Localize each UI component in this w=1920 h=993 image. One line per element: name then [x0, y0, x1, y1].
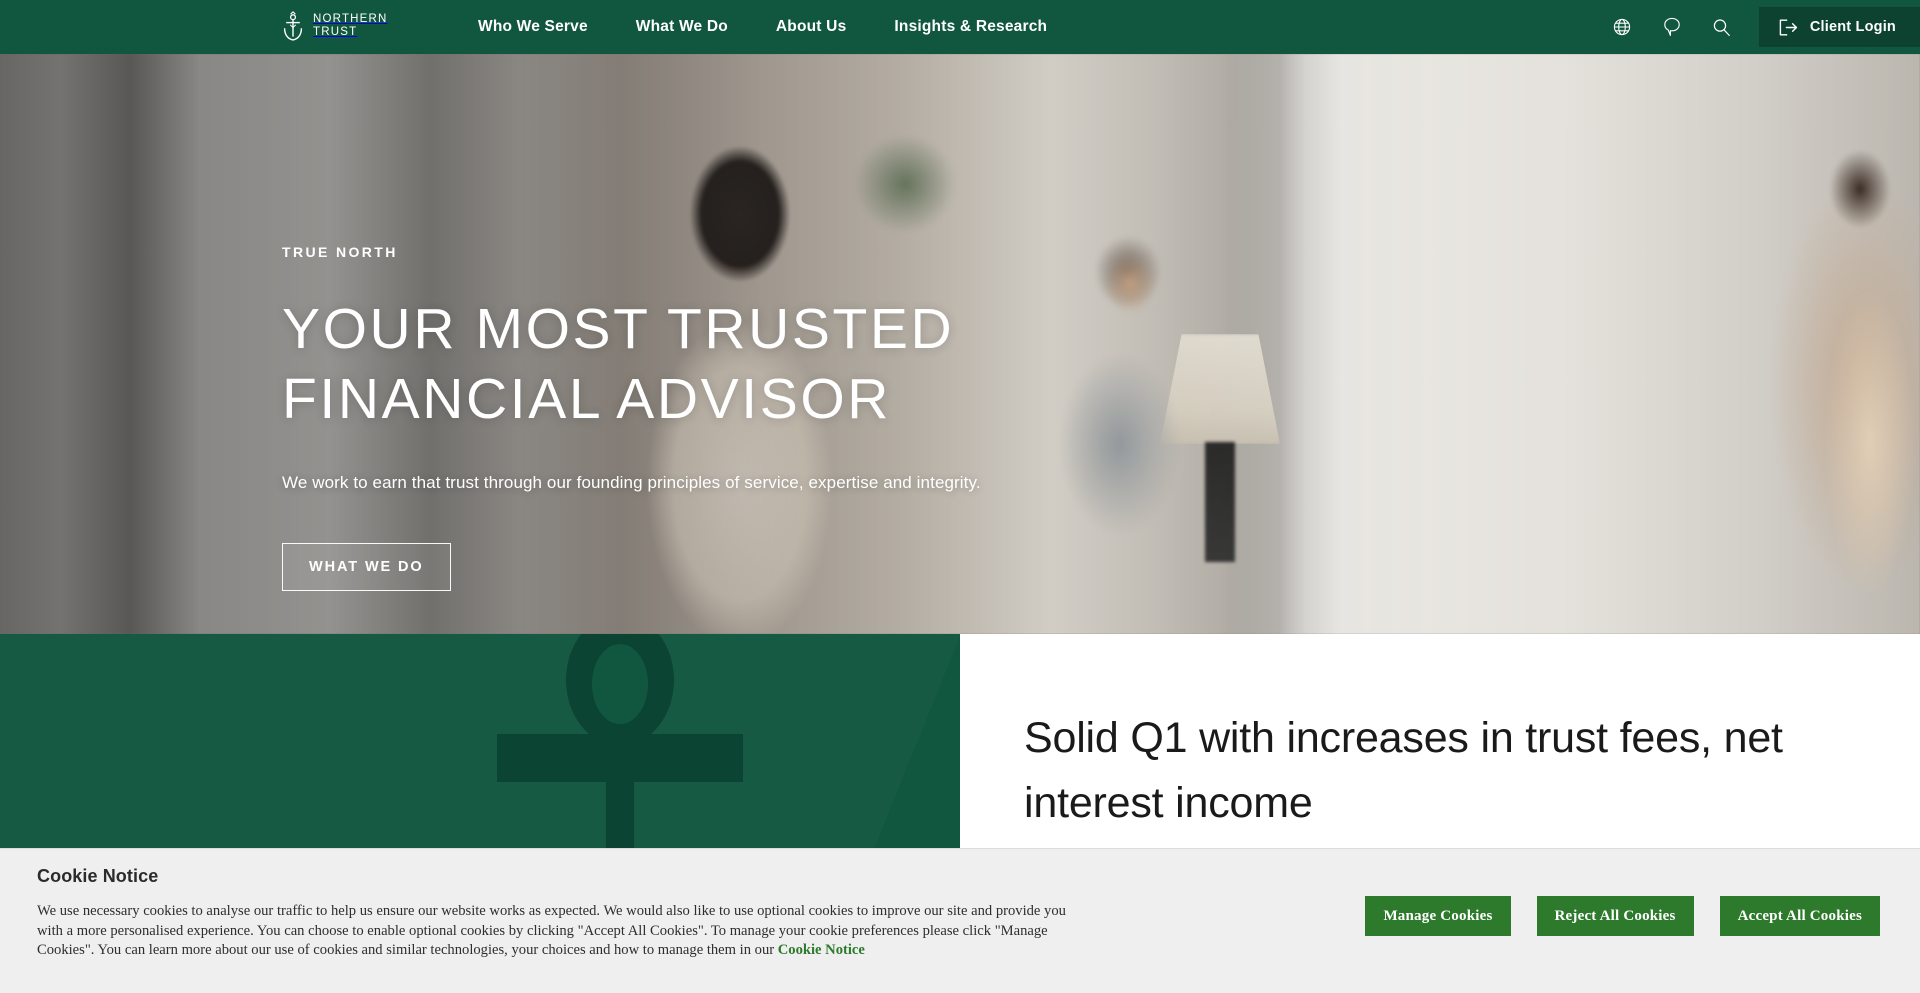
language-globe-button[interactable] [1597, 0, 1647, 54]
nav-utility-group: Client Login [1597, 0, 1920, 54]
feature-headline: Solid Q1 with increases in trust fees, n… [1024, 714, 1783, 827]
brand-name-line1: NORTHERN [313, 13, 388, 25]
nav-item-what-we-do[interactable]: What We Do [636, 18, 728, 36]
reject-all-cookies-button[interactable]: Reject All Cookies [1536, 896, 1694, 936]
hero-subtitle: We work to earn that trust through our f… [282, 473, 981, 492]
globe-icon [1613, 18, 1630, 36]
login-arrow-icon [1779, 19, 1797, 35]
contact-chat-button[interactable] [1647, 0, 1697, 54]
client-login-button[interactable]: Client Login [1758, 7, 1920, 47]
hero-title: YOUR MOST TRUSTED FINANCIAL ADVISOR [282, 297, 955, 431]
accept-all-cookies-button[interactable]: Accept All Cookies [1719, 896, 1880, 936]
hero-content: TRUE NORTH YOUR MOST TRUSTED FINANCIAL A… [282, 244, 1042, 591]
search-button[interactable] [1697, 0, 1747, 54]
brand-logo-text: NORTHERN TRUST [313, 13, 388, 39]
manage-cookies-button[interactable]: Manage Cookies [1365, 896, 1511, 936]
primary-nav-links: Who We Serve What We Do About Us Insight… [478, 0, 1047, 54]
client-login-label: Client Login [1809, 19, 1896, 35]
brand-logo[interactable]: NORTHERN TRUST [282, 11, 388, 41]
cookie-actions: Manage Cookies Reject All Cookies Accept… [1365, 896, 1880, 936]
top-navigation-bar: NORTHERN TRUST Who We Serve What We Do Ab… [0, 0, 1920, 54]
page-root: NORTHERN TRUST Who We Serve What We Do Ab… [0, 0, 1920, 993]
brand-name-line2: TRUST [313, 26, 358, 38]
chat-bubble-icon [1664, 17, 1680, 36]
nav-item-insights-research[interactable]: Insights & Research [894, 18, 1047, 36]
cookie-notice-link[interactable]: Cookie Notice [778, 942, 865, 958]
cookie-notice-body: We use necessary cookies to analyse our … [37, 902, 1067, 961]
cookie-notice-title: Cookie Notice [37, 866, 159, 886]
hero-eyebrow: TRUE NORTH [282, 244, 398, 260]
anchor-logo-icon [283, 11, 303, 41]
hero-cta-what-we-do[interactable]: WHAT WE DO [282, 543, 451, 591]
cookie-notice-text: We use necessary cookies to analyse our … [37, 903, 1066, 959]
nav-item-who-we-serve[interactable]: Who We Serve [478, 18, 588, 36]
hero-section: TRUE NORTH YOUR MOST TRUSTED FINANCIAL A… [0, 54, 1920, 634]
search-icon [1714, 18, 1731, 36]
cookie-notice-banner: Cookie Notice We use necessary cookies t… [0, 848, 1920, 993]
nav-item-about-us[interactable]: About Us [776, 18, 846, 36]
